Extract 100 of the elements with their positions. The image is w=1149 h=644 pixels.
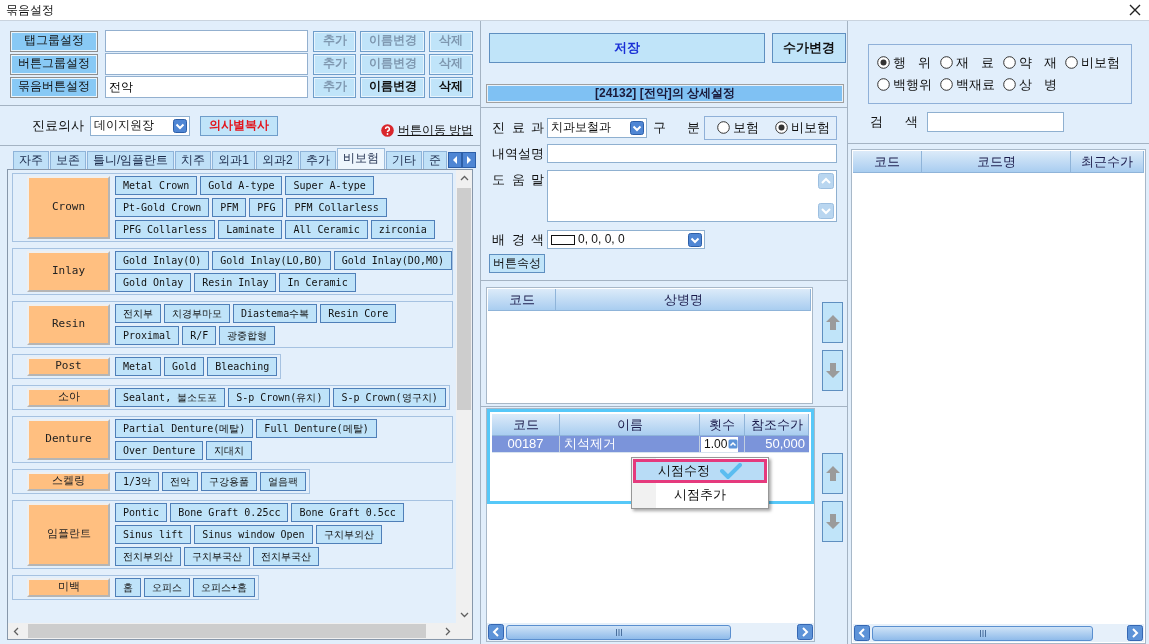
tab[interactable]: 외과1 — [212, 151, 256, 169]
category-button[interactable]: 소아 — [27, 388, 110, 407]
item-button[interactable]: PFG — [249, 198, 284, 217]
item-button[interactable]: 전치부국산 — [253, 547, 319, 566]
close-button[interactable] — [1128, 3, 1142, 17]
tab[interactable]: 보존 — [50, 151, 86, 169]
horizontal-scrollbar[interactable] — [853, 624, 1144, 642]
item-button[interactable]: 치경부마모 — [164, 304, 230, 323]
item-button[interactable]: zirconia — [370, 220, 435, 239]
chevron-up-icon[interactable] — [459, 175, 469, 181]
item-button[interactable]: 광중합형 — [219, 326, 276, 345]
description-input-field[interactable] — [547, 144, 837, 163]
radio-icon[interactable] — [877, 56, 890, 70]
radio-option[interactable]: 비보험 — [775, 119, 831, 136]
radio-icon[interactable] — [940, 56, 953, 70]
menu-item[interactable]: 시점추가 — [633, 483, 767, 507]
item-button[interactable]: Bleaching — [207, 357, 278, 376]
chevron-down-icon[interactable] — [688, 232, 702, 247]
tab[interactable]: 외과2 — [256, 151, 299, 169]
radio-icon[interactable] — [775, 121, 789, 134]
tab[interactable]: 치주 — [175, 151, 212, 169]
move-up-button[interactable] — [822, 302, 843, 343]
tab[interactable]: 준 — [422, 151, 447, 169]
tab[interactable]: 자주 — [13, 151, 49, 169]
radio-option[interactable]: 백행위 — [877, 76, 932, 93]
item-button[interactable]: 얼음팩 — [260, 472, 307, 491]
scroll-thumb[interactable] — [872, 625, 1093, 641]
radio-icon[interactable] — [940, 77, 953, 91]
action-button[interactable]: 이름변경 — [360, 76, 425, 98]
item-button[interactable]: All Ceramic — [285, 220, 368, 239]
item-button[interactable]: 전치부외산 — [115, 547, 181, 566]
item-button[interactable]: 전치부 — [115, 304, 161, 323]
item-button[interactable]: R/F — [182, 326, 217, 345]
horizontal-scrollbar[interactable] — [487, 623, 814, 641]
chevron-down-icon[interactable] — [629, 120, 644, 135]
search-input-field[interactable] — [927, 112, 1064, 132]
category-button[interactable]: 임플란트 — [27, 503, 110, 566]
item-button[interactable]: Sinus lift — [115, 525, 192, 544]
category-button[interactable]: Crown — [27, 176, 110, 239]
item-button[interactable]: 구강용품 — [201, 472, 258, 491]
horizontal-scrollbar[interactable] — [8, 623, 456, 639]
item-button[interactable]: Gold — [164, 357, 205, 376]
radio-icon[interactable] — [717, 121, 731, 134]
fee-change-button[interactable]: 수가변경 — [772, 33, 846, 63]
category-button[interactable]: 스켈링 — [27, 472, 110, 491]
name-input-field[interactable]: 전악 — [105, 76, 308, 98]
menu-item[interactable]: 시점수정 — [633, 459, 767, 483]
chevron-left-icon[interactable] — [488, 624, 504, 640]
item-button[interactable]: Gold Onlay — [115, 273, 192, 292]
help-link[interactable]: 버튼이동 방법 — [397, 123, 473, 138]
radio-option[interactable]: 약 재 — [1003, 55, 1057, 71]
department-dropdown[interactable]: 치과보철과 — [547, 117, 647, 138]
radio-option[interactable]: 백재료 — [940, 76, 995, 93]
item-button[interactable]: Bone Graft 0.25cc — [170, 503, 289, 522]
item-button[interactable]: PFG Collarless — [115, 220, 216, 239]
move-up-button[interactable] — [822, 453, 843, 494]
color-dropdown[interactable]: 0, 0, 0, 0 — [547, 230, 705, 249]
tab[interactable]: 추가 — [299, 151, 336, 169]
category-button[interactable]: Resin — [27, 304, 110, 345]
group-setting-button[interactable]: 탭그룹설정 — [10, 30, 98, 52]
button-properties-button[interactable]: 버튼속성 — [489, 254, 545, 273]
item-button[interactable]: PFM — [212, 198, 247, 217]
chevron-down-icon[interactable] — [173, 118, 187, 133]
chevron-up-icon[interactable] — [728, 439, 739, 449]
item-button[interactable]: Super A-type — [285, 176, 374, 195]
radio-icon[interactable] — [1003, 77, 1016, 91]
item-button[interactable]: Sealant, 불소도포 — [115, 388, 226, 407]
radio-option[interactable]: 상 병 — [1003, 76, 1057, 93]
item-button[interactable]: In Ceramic — [279, 273, 356, 292]
item-button[interactable]: Resin Core — [320, 304, 397, 323]
item-button[interactable]: Proximal — [115, 326, 180, 345]
tab[interactable]: 틀니/임플란트 — [87, 151, 175, 169]
item-button[interactable]: S-p Crown(유치) — [228, 388, 331, 407]
action-button[interactable]: 삭제 — [429, 76, 473, 98]
item-button[interactable]: Laminate — [218, 220, 283, 239]
category-button[interactable]: Post — [27, 357, 110, 376]
item-button[interactable]: Sinus window Open — [194, 525, 313, 544]
item-button[interactable]: Resin Inlay — [194, 273, 277, 292]
item-button[interactable]: Pontic — [115, 503, 168, 522]
radio-option[interactable]: 재 료 — [940, 55, 995, 71]
group-setting-button[interactable]: 버튼그룹설정 — [10, 53, 98, 75]
radio-icon[interactable] — [1064, 56, 1078, 70]
scroll-thumb[interactable] — [28, 624, 426, 638]
table-row[interactable]: 00187 치석제거 1.00 50,000 — [492, 436, 809, 453]
tab-scroll-button[interactable] — [461, 152, 476, 168]
radio-icon[interactable] — [877, 77, 890, 91]
item-button[interactable]: 전악 — [162, 472, 199, 491]
category-button[interactable]: Denture — [27, 419, 110, 460]
chevron-right-icon[interactable] — [445, 626, 451, 636]
item-button[interactable]: Gold Inlay(O) — [115, 251, 210, 270]
item-button[interactable]: 오피스 — [144, 578, 190, 597]
radio-option[interactable]: 보험 — [717, 119, 760, 136]
item-button[interactable]: Metal Crown — [115, 176, 198, 195]
radio-option[interactable]: 행 위 — [877, 55, 932, 71]
scroll-thumb[interactable] — [506, 624, 731, 640]
item-button[interactable]: Bone Graft 0.5cc — [291, 503, 404, 522]
chevron-right-icon[interactable] — [797, 624, 813, 640]
vertical-scrollbar[interactable] — [456, 170, 472, 623]
item-button[interactable]: PFM Collarless — [286, 198, 387, 217]
item-button[interactable]: Gold Inlay(LO,BO) — [212, 251, 331, 270]
